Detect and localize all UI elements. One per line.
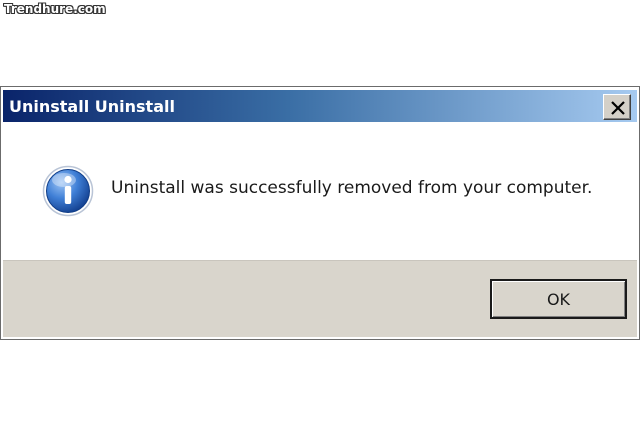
watermark-text: Trendhure.com xyxy=(4,2,106,16)
close-button[interactable] xyxy=(603,94,631,120)
close-icon xyxy=(611,101,625,115)
dialog-titlebar[interactable]: Uninstall Uninstall xyxy=(3,90,637,122)
info-icon xyxy=(42,165,94,217)
message-dialog: Uninstall Uninstall Uninstall was succes… xyxy=(0,86,640,340)
dialog-footer: OK xyxy=(3,260,637,337)
screenshot-page: Trendhure.com Uninstall Uninstall Uninst… xyxy=(0,0,640,426)
dialog-content: Uninstall was successfully removed from … xyxy=(3,122,637,260)
ok-button[interactable]: OK xyxy=(490,279,627,319)
dialog-title: Uninstall Uninstall xyxy=(9,97,175,116)
dialog-message: Uninstall was successfully removed from … xyxy=(111,178,593,198)
watermark: Trendhure.com xyxy=(4,2,106,16)
